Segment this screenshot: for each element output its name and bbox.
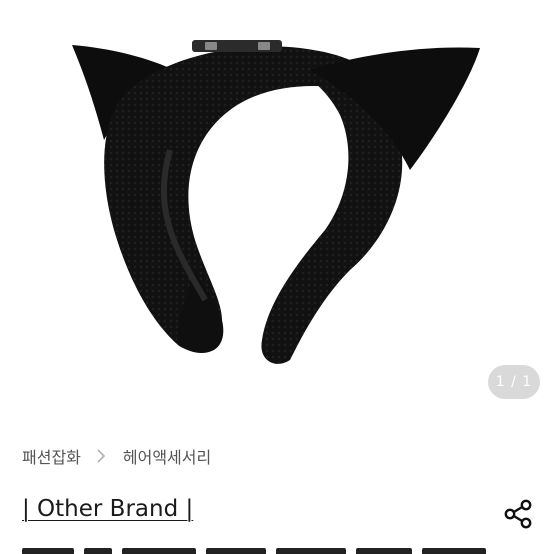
cat-ear-headband-photo bbox=[72, 40, 480, 364]
share-icon[interactable] bbox=[502, 498, 534, 530]
product-image[interactable]: 1 / 1 bbox=[0, 0, 554, 420]
description-preview bbox=[22, 548, 532, 554]
breadcrumb-item-hair-accessories[interactable]: 헤어액세서리 bbox=[123, 444, 211, 468]
product-title[interactable]: | Other Brand | bbox=[22, 496, 193, 522]
breadcrumb-item-fashion-accessories[interactable]: 패션잡화 bbox=[22, 444, 81, 468]
product-detail-page: 1 / 1 패션잡화 헤어액세서리 | Other Brand | bbox=[0, 0, 554, 554]
image-counter: 1 / 1 bbox=[488, 365, 540, 399]
chevron-right-icon bbox=[97, 449, 106, 463]
product-title-row: | Other Brand | bbox=[22, 496, 534, 532]
breadcrumb: 패션잡화 헤어액세서리 bbox=[22, 444, 211, 468]
